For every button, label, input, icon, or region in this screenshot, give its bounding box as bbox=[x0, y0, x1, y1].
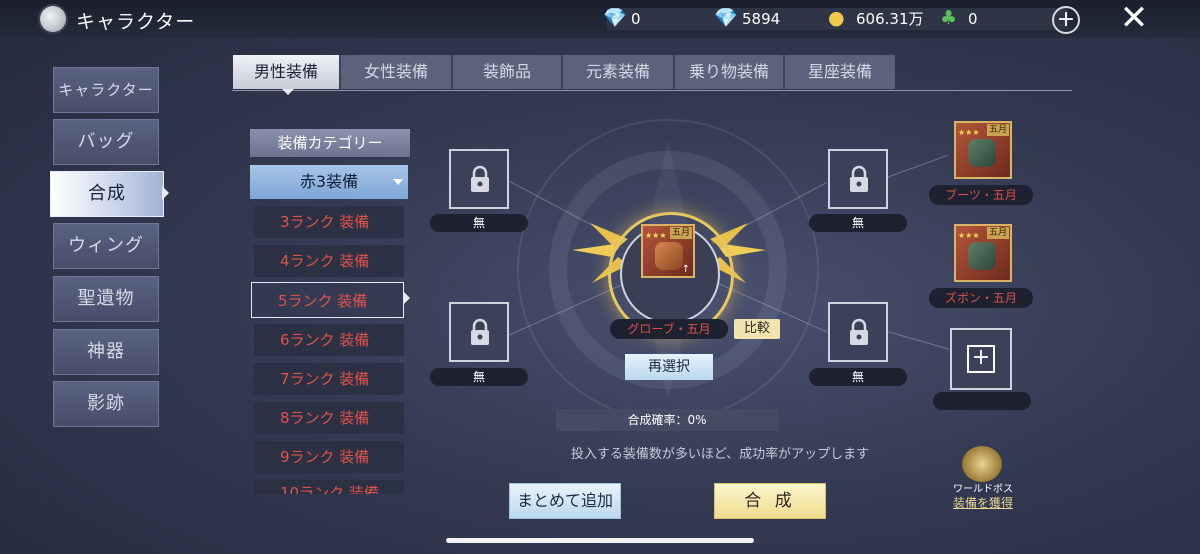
reselect-button[interactable]: 再選択 bbox=[625, 354, 713, 380]
clover-value: 0 bbox=[968, 10, 978, 28]
target-item-glove[interactable]: ★★★ 五月 ↑ bbox=[641, 224, 695, 278]
tab-female-equipment[interactable]: 女性装備 bbox=[341, 55, 453, 89]
character-icon bbox=[40, 6, 66, 32]
lock-icon bbox=[850, 165, 868, 192]
locked-material-slot[interactable] bbox=[449, 149, 509, 209]
close-icon[interactable]: ✕ bbox=[1118, 1, 1150, 35]
category-header: 装備カテゴリー bbox=[250, 129, 410, 157]
chevron-down-icon bbox=[393, 179, 403, 185]
slot-label: 無 bbox=[809, 214, 907, 232]
rarity-stars: ★★★ bbox=[958, 128, 980, 137]
gold-counter: ● 606.31万 bbox=[828, 7, 956, 30]
tab-accessories[interactable]: 装飾品 bbox=[453, 55, 563, 89]
connector-line bbox=[884, 154, 949, 179]
gold-value: 606.31万 bbox=[856, 10, 924, 28]
item-tag: 五月 bbox=[669, 227, 692, 239]
rank-item[interactable]: 6ランク 装備 bbox=[254, 324, 404, 356]
page-title: キャラクター bbox=[76, 11, 196, 33]
add-material-label bbox=[933, 392, 1031, 410]
locked-material-slot[interactable] bbox=[828, 302, 888, 362]
slot-label: 無 bbox=[430, 214, 528, 232]
world-boss-icon[interactable] bbox=[962, 446, 1002, 482]
add-currency-button[interactable]: + bbox=[1052, 6, 1080, 34]
item-tag: 五月 bbox=[986, 227, 1009, 239]
target-item-name: グローブ・五月 bbox=[610, 319, 728, 339]
rarity-stars: ★★★ bbox=[958, 231, 980, 240]
bound-diamond-value: 5894 bbox=[742, 10, 781, 28]
obtain-equipment-link[interactable]: 装備を獲得 bbox=[943, 494, 1023, 511]
upgrade-arrow-icon: ↑ bbox=[681, 264, 690, 275]
category-dropdown-value: 赤3装備 bbox=[299, 172, 359, 191]
add-material-slot[interactable]: + bbox=[950, 328, 1012, 390]
slot-label: 無 bbox=[809, 368, 907, 386]
material-item-boots[interactable]: ★★★ 五月 bbox=[954, 121, 1012, 179]
tab-element-equipment[interactable]: 元素装備 bbox=[563, 55, 675, 89]
sidebar-item-synthesis[interactable]: 合成 bbox=[50, 171, 164, 217]
locked-material-slot[interactable] bbox=[828, 149, 888, 209]
hint-text: 投入する装備数が多いほど、成功率がアップします bbox=[570, 447, 870, 462]
category-dropdown[interactable]: 赤3装備 bbox=[250, 165, 408, 199]
sidebar-item-wing[interactable]: ウィング bbox=[53, 223, 159, 269]
rank-item[interactable]: 9ランク 装備 bbox=[254, 441, 404, 473]
world-boss-label: ワールドボス bbox=[953, 484, 1013, 495]
success-rate: 合成確率：0% bbox=[556, 409, 778, 431]
lock-icon bbox=[471, 165, 489, 192]
lock-icon bbox=[471, 318, 489, 345]
diamond-value: 0 bbox=[631, 10, 641, 28]
synthesize-button[interactable]: 合 成 bbox=[714, 483, 826, 519]
active-indicator bbox=[162, 186, 169, 200]
gold-coin-icon: ● bbox=[828, 7, 845, 29]
connector-line bbox=[883, 330, 950, 350]
rarity-stars: ★★★ bbox=[645, 231, 667, 240]
material-item-pants[interactable]: ★★★ 五月 bbox=[954, 224, 1012, 282]
lock-icon bbox=[850, 318, 868, 345]
tab-divider bbox=[232, 90, 1072, 91]
compare-button[interactable]: 比較 bbox=[734, 319, 780, 339]
boots-icon bbox=[968, 139, 996, 167]
rank-item[interactable]: 4ランク 装備 bbox=[254, 245, 404, 277]
add-all-button[interactable]: まとめて追加 bbox=[509, 483, 621, 519]
clover-icon: ♣ bbox=[940, 7, 958, 29]
bound-diamond-counter: 💎 5894 bbox=[714, 7, 844, 30]
diamond-counter: 💎 0 bbox=[603, 7, 731, 30]
plus-icon: + bbox=[967, 345, 995, 373]
rank-item[interactable]: 10ランク 装備 bbox=[254, 480, 404, 494]
selected-rank-indicator bbox=[404, 292, 410, 304]
home-indicator[interactable] bbox=[446, 538, 754, 543]
rank-item[interactable]: 8ランク 装備 bbox=[254, 402, 404, 434]
rank-item[interactable]: 3ランク 装備 bbox=[254, 206, 404, 238]
bound-diamond-icon: 💎 bbox=[714, 7, 738, 29]
item-tag: 五月 bbox=[986, 124, 1009, 136]
sidebar-item-artifact[interactable]: 神器 bbox=[53, 329, 159, 375]
material-name: ズボン・五月 bbox=[929, 288, 1033, 308]
sidebar-item-bag[interactable]: バッグ bbox=[53, 119, 159, 165]
tab-mount-equipment[interactable]: 乗り物装備 bbox=[675, 55, 785, 89]
rank-item[interactable]: 7ランク 装備 bbox=[254, 363, 404, 395]
sidebar-item-trace[interactable]: 影跡 bbox=[53, 381, 159, 427]
locked-material-slot[interactable] bbox=[449, 302, 509, 362]
clover-counter: ♣ 0 bbox=[940, 7, 1068, 30]
rank-item-selected[interactable]: 5ランク 装備 bbox=[251, 282, 404, 318]
tab-male-equipment[interactable]: 男性装備 bbox=[233, 55, 341, 89]
sidebar-item-character[interactable]: キャラクター bbox=[53, 67, 159, 113]
slot-label: 無 bbox=[430, 368, 528, 386]
sidebar-item-relic[interactable]: 聖遺物 bbox=[53, 276, 159, 322]
tab-indicator bbox=[282, 89, 294, 95]
tab-constellation-equipment[interactable]: 星座装備 bbox=[785, 55, 895, 89]
diamond-icon: 💎 bbox=[603, 7, 627, 29]
glove-icon bbox=[655, 242, 683, 270]
pants-icon bbox=[968, 242, 996, 270]
material-name: ブーツ・五月 bbox=[929, 185, 1033, 205]
